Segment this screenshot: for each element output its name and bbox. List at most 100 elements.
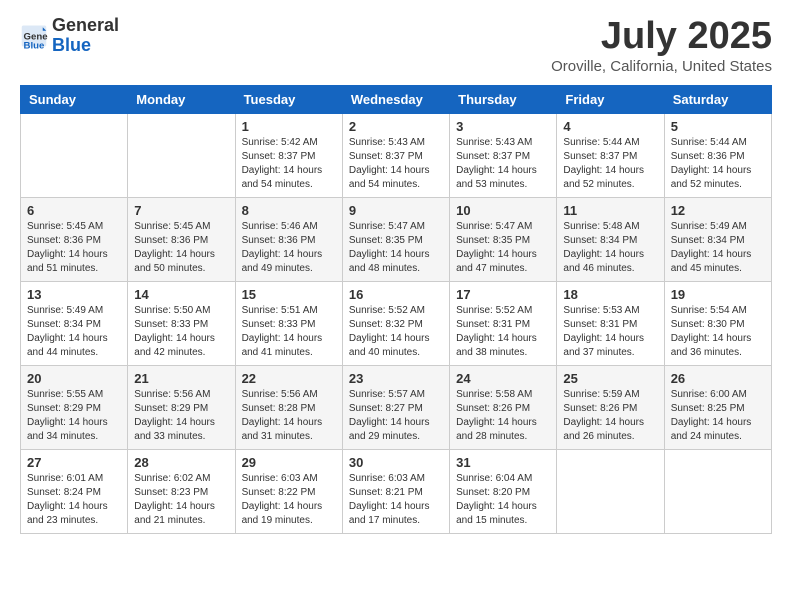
calendar-cell: 9 Sunrise: 5:47 AMSunset: 8:35 PMDaylight…: [342, 197, 449, 281]
day-info: Sunrise: 6:03 AMSunset: 8:21 PMDaylight:…: [349, 472, 443, 528]
calendar-cell: 21 Sunrise: 5:56 AMSunset: 8:29 PMDayligh…: [128, 365, 235, 449]
calendar-week-row: 13 Sunrise: 5:49 AMSunset: 8:34 PMDayligh…: [21, 281, 772, 365]
calendar-week-row: 1Sunrise: 5:42 AMSunset: 8:37 PMDaylight…: [21, 113, 772, 197]
day-number: 15: [242, 287, 336, 302]
day-info: Sunrise: 5:45 AMSunset: 8:36 PMDaylight:…: [134, 220, 228, 276]
day-number: 3: [456, 119, 550, 134]
day-info: Sunrise: 5:44 AMSunset: 8:37 PMDaylight:…: [563, 136, 657, 192]
calendar-cell: 19 Sunrise: 5:54 AMSunset: 8:30 PMDayligh…: [664, 281, 771, 365]
day-info: Sunrise: 5:55 AMSunset: 8:29 PMDaylight:…: [27, 388, 121, 444]
logo-icon: General Blue: [20, 22, 48, 50]
calendar-cell: [21, 113, 128, 197]
day-number: 17: [456, 287, 550, 302]
calendar-week-row: 6Sunrise: 5:45 AMSunset: 8:36 PMDaylight…: [21, 197, 772, 281]
day-info: Sunrise: 5:56 AMSunset: 8:28 PMDaylight:…: [242, 388, 336, 444]
calendar-cell: 3Sunrise: 5:43 AMSunset: 8:37 PMDaylight…: [450, 113, 557, 197]
calendar-week-row: 27 Sunrise: 6:01 AMSunset: 8:24 PMDayligh…: [21, 449, 772, 533]
location-title: Oroville, California, United States: [551, 58, 772, 75]
day-number: 10: [456, 203, 550, 218]
day-number: 25: [563, 371, 657, 386]
day-info: Sunrise: 5:48 AMSunset: 8:34 PMDaylight:…: [563, 220, 657, 276]
day-info: Sunrise: 5:49 AMSunset: 8:34 PMDaylight:…: [671, 220, 765, 276]
page-header: General Blue General Blue July 2025 Orov…: [20, 16, 772, 75]
calendar-cell: 10 Sunrise: 5:47 AMSunset: 8:35 PMDayligh…: [450, 197, 557, 281]
day-number: 18: [563, 287, 657, 302]
weekday-header: Friday: [557, 85, 664, 113]
day-number: 19: [671, 287, 765, 302]
day-number: 12: [671, 203, 765, 218]
day-info: Sunrise: 6:03 AMSunset: 8:22 PMDaylight:…: [242, 472, 336, 528]
svg-text:Blue: Blue: [24, 40, 45, 50]
day-number: 14: [134, 287, 228, 302]
calendar-table: SundayMondayTuesdayWednesdayThursdayFrid…: [20, 85, 772, 534]
calendar-cell: 17Sunrise: 5:52 AMSunset: 8:31 PMDayligh…: [450, 281, 557, 365]
logo-blue-text: Blue: [52, 35, 91, 55]
day-info: Sunrise: 5:49 AMSunset: 8:34 PMDaylight:…: [27, 304, 121, 360]
calendar-cell: 5 Sunrise: 5:44 AMSunset: 8:36 PMDaylight…: [664, 113, 771, 197]
calendar-cell: 25 Sunrise: 5:59 AMSunset: 8:26 PMDayligh…: [557, 365, 664, 449]
day-number: 20: [27, 371, 121, 386]
calendar-cell: 18 Sunrise: 5:53 AMSunset: 8:31 PMDayligh…: [557, 281, 664, 365]
day-number: 27: [27, 455, 121, 470]
weekday-header: Wednesday: [342, 85, 449, 113]
day-info: Sunrise: 5:58 AMSunset: 8:26 PMDaylight:…: [456, 388, 550, 444]
calendar-cell: 6Sunrise: 5:45 AMSunset: 8:36 PMDaylight…: [21, 197, 128, 281]
day-number: 26: [671, 371, 765, 386]
day-info: Sunrise: 5:42 AMSunset: 8:37 PMDaylight:…: [242, 136, 336, 192]
day-number: 5: [671, 119, 765, 134]
day-info: Sunrise: 5:56 AMSunset: 8:29 PMDaylight:…: [134, 388, 228, 444]
calendar-cell: 22 Sunrise: 5:56 AMSunset: 8:28 PMDayligh…: [235, 365, 342, 449]
day-info: Sunrise: 5:50 AMSunset: 8:33 PMDaylight:…: [134, 304, 228, 360]
calendar-cell: 15 Sunrise: 5:51 AMSunset: 8:33 PMDayligh…: [235, 281, 342, 365]
month-title: July 2025: [551, 16, 772, 58]
calendar-cell: 2Sunrise: 5:43 AMSunset: 8:37 PMDaylight…: [342, 113, 449, 197]
day-number: 22: [242, 371, 336, 386]
day-info: Sunrise: 6:01 AMSunset: 8:24 PMDaylight:…: [27, 472, 121, 528]
title-block: July 2025 Oroville, California, United S…: [551, 16, 772, 75]
calendar-cell: [128, 113, 235, 197]
calendar-cell: 11Sunrise: 5:48 AMSunset: 8:34 PMDayligh…: [557, 197, 664, 281]
day-info: Sunrise: 5:59 AMSunset: 8:26 PMDaylight:…: [563, 388, 657, 444]
day-number: 13: [27, 287, 121, 302]
day-info: Sunrise: 5:53 AMSunset: 8:31 PMDaylight:…: [563, 304, 657, 360]
weekday-header: Saturday: [664, 85, 771, 113]
logo-general-text: General: [52, 15, 119, 35]
weekday-header: Thursday: [450, 85, 557, 113]
calendar-cell: 12 Sunrise: 5:49 AMSunset: 8:34 PMDayligh…: [664, 197, 771, 281]
calendar-week-row: 20 Sunrise: 5:55 AMSunset: 8:29 PMDayligh…: [21, 365, 772, 449]
day-number: 8: [242, 203, 336, 218]
day-number: 7: [134, 203, 228, 218]
day-number: 31: [456, 455, 550, 470]
calendar-cell: 26 Sunrise: 6:00 AMSunset: 8:25 PMDayligh…: [664, 365, 771, 449]
day-number: 30: [349, 455, 443, 470]
calendar-cell: 13 Sunrise: 5:49 AMSunset: 8:34 PMDayligh…: [21, 281, 128, 365]
calendar-cell: 31 Sunrise: 6:04 AMSunset: 8:20 PMDayligh…: [450, 449, 557, 533]
calendar-cell: [557, 449, 664, 533]
calendar-cell: 27 Sunrise: 6:01 AMSunset: 8:24 PMDayligh…: [21, 449, 128, 533]
day-number: 28: [134, 455, 228, 470]
day-number: 29: [242, 455, 336, 470]
calendar-cell: 8 Sunrise: 5:46 AMSunset: 8:36 PMDaylight…: [235, 197, 342, 281]
day-info: Sunrise: 6:00 AMSunset: 8:25 PMDaylight:…: [671, 388, 765, 444]
day-info: Sunrise: 5:47 AMSunset: 8:35 PMDaylight:…: [456, 220, 550, 276]
day-info: Sunrise: 5:44 AMSunset: 8:36 PMDaylight:…: [671, 136, 765, 192]
weekday-header: Tuesday: [235, 85, 342, 113]
calendar-cell: 7 Sunrise: 5:45 AMSunset: 8:36 PMDaylight…: [128, 197, 235, 281]
day-info: Sunrise: 5:54 AMSunset: 8:30 PMDaylight:…: [671, 304, 765, 360]
day-number: 24: [456, 371, 550, 386]
calendar-cell: 23 Sunrise: 5:57 AMSunset: 8:27 PMDayligh…: [342, 365, 449, 449]
day-number: 21: [134, 371, 228, 386]
day-info: Sunrise: 5:47 AMSunset: 8:35 PMDaylight:…: [349, 220, 443, 276]
day-number: 23: [349, 371, 443, 386]
calendar-cell: 20 Sunrise: 5:55 AMSunset: 8:29 PMDayligh…: [21, 365, 128, 449]
day-number: 4: [563, 119, 657, 134]
calendar-cell: 4 Sunrise: 5:44 AMSunset: 8:37 PMDaylight…: [557, 113, 664, 197]
day-number: 9: [349, 203, 443, 218]
calendar-cell: 16Sunrise: 5:52 AMSunset: 8:32 PMDayligh…: [342, 281, 449, 365]
day-info: Sunrise: 5:57 AMSunset: 8:27 PMDaylight:…: [349, 388, 443, 444]
day-number: 16: [349, 287, 443, 302]
calendar-cell: 28Sunrise: 6:02 AMSunset: 8:23 PMDayligh…: [128, 449, 235, 533]
day-info: Sunrise: 5:51 AMSunset: 8:33 PMDaylight:…: [242, 304, 336, 360]
day-info: Sunrise: 6:04 AMSunset: 8:20 PMDaylight:…: [456, 472, 550, 528]
day-info: Sunrise: 5:46 AMSunset: 8:36 PMDaylight:…: [242, 220, 336, 276]
